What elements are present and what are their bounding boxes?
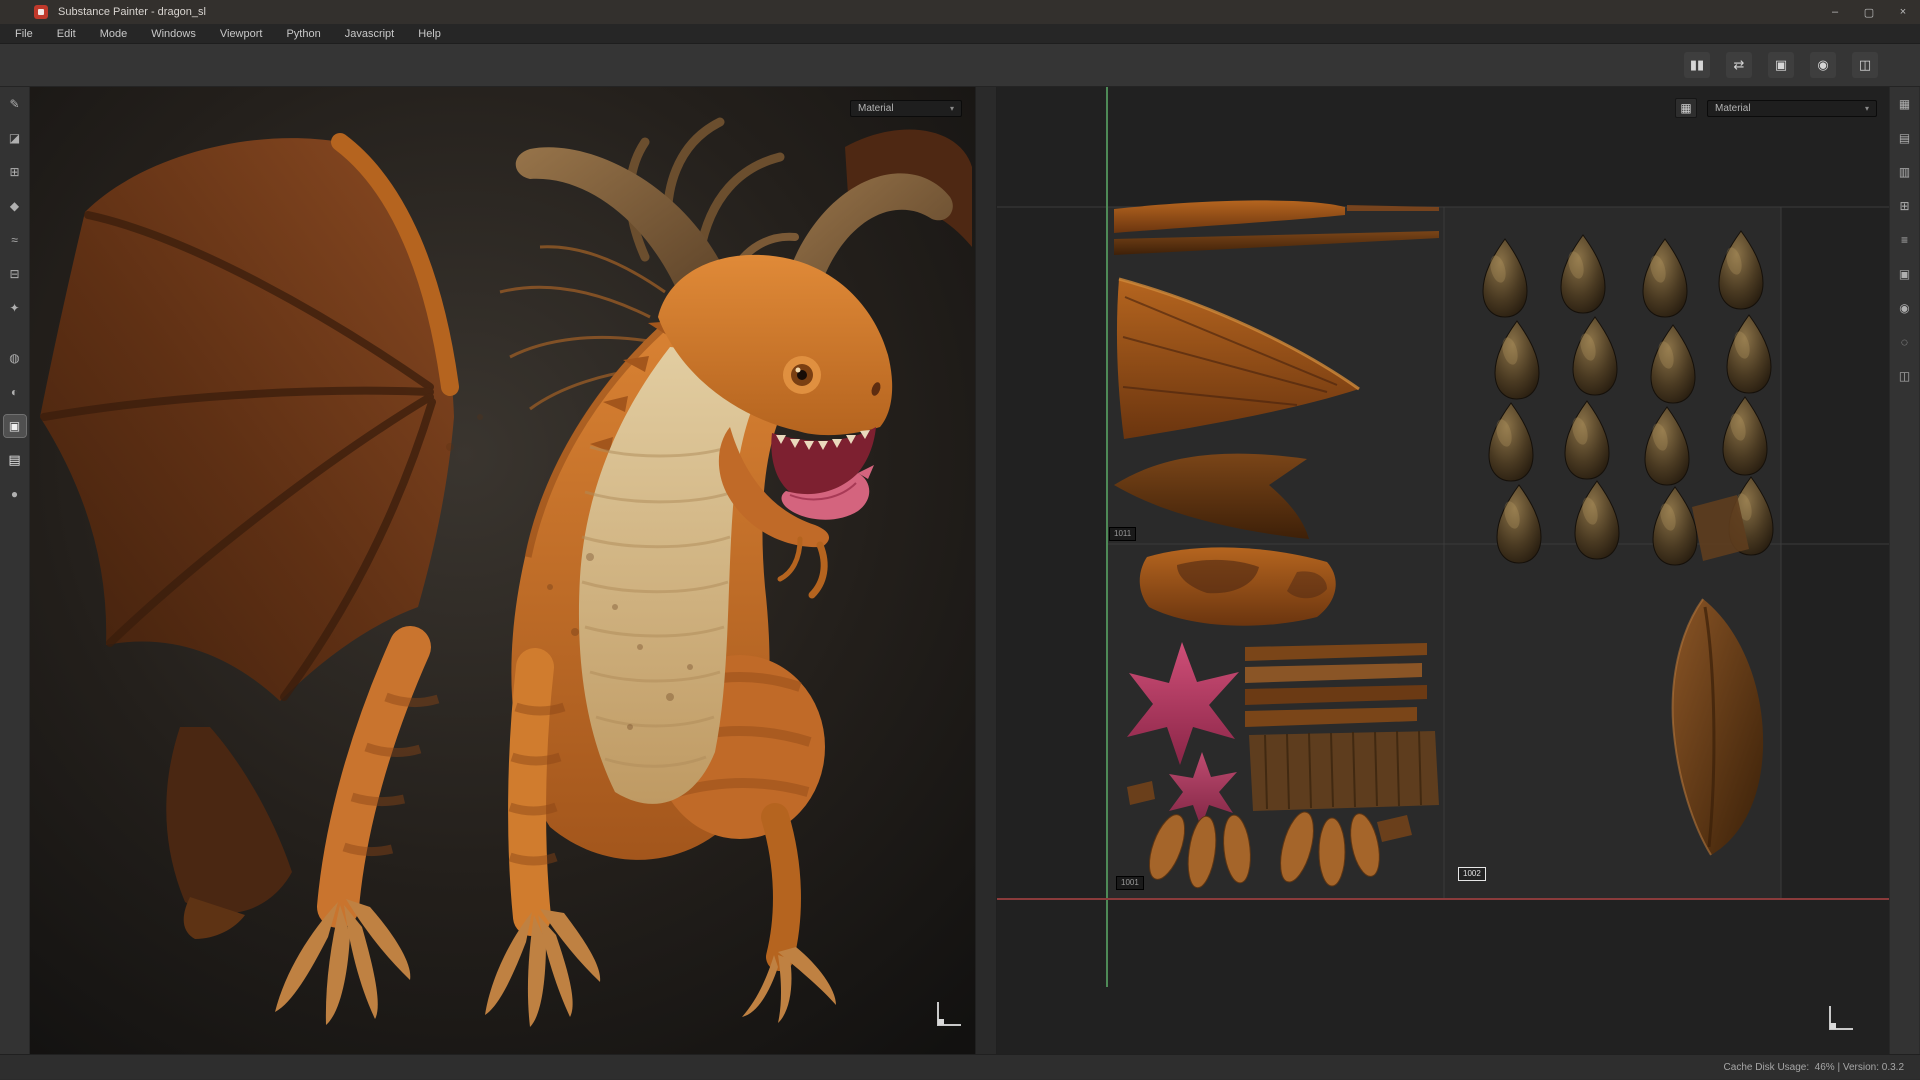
- maximize-button[interactable]: ▢: [1852, 0, 1886, 24]
- right-panel-rail: ▦ ▤ ▥ ⊞ ≡ ▣ ◉ ◌ ◫: [1889, 87, 1919, 1054]
- texture-view-icon[interactable]: ▦: [1675, 98, 1697, 118]
- menu-item-viewport[interactable]: Viewport: [208, 24, 275, 44]
- material-ball-icon[interactable]: ●: [4, 483, 26, 505]
- uv-tile-label-1011[interactable]: 1011: [1109, 527, 1136, 541]
- channel-select-dropdown[interactable]: Material ▾: [1707, 100, 1877, 117]
- clone-tool-icon[interactable]: ⊟: [4, 263, 26, 285]
- chevron-down-icon: ▾: [942, 104, 954, 113]
- pause-icon[interactable]: ▮▮: [1684, 52, 1710, 78]
- status-text: Cache Disk Usage: 46% | Version: 0.3.2: [1724, 1062, 1904, 1073]
- shelf-panel-icon[interactable]: ≡: [1894, 229, 1916, 251]
- camera-icon[interactable]: ▣: [1768, 52, 1794, 78]
- menu-item-windows[interactable]: Windows: [139, 24, 208, 44]
- history-panel-icon[interactable]: ◌: [1894, 331, 1916, 353]
- polygon-fill-tool-icon[interactable]: ◆: [4, 195, 26, 217]
- layers-panel-icon[interactable]: ▤: [1894, 127, 1916, 149]
- symmetry-toggle-icon[interactable]: ◐: [4, 381, 26, 403]
- left-tool-rail: ✎ ◪ ⊞ ◆ ≈ ⊟ ✦ ◍ ◐ ▣ ▤ ●: [0, 87, 30, 1054]
- shading-mode-value: Material: [858, 103, 894, 114]
- minimize-button[interactable]: –: [1818, 0, 1852, 24]
- menu-item-file[interactable]: File: [3, 24, 45, 44]
- axis-gizmo-2d: [1829, 1006, 1853, 1030]
- smudge-tool-icon[interactable]: ≈: [4, 229, 26, 251]
- viewport-3d[interactable]: Material ▾: [30, 87, 975, 1054]
- menu-item-javascript[interactable]: Javascript: [333, 24, 407, 44]
- chevron-down-icon: ▾: [1857, 104, 1869, 113]
- shader-settings-panel-icon[interactable]: ◉: [1894, 297, 1916, 319]
- sync-icon[interactable]: ⇄: [1726, 52, 1752, 78]
- tool-options-panel-icon[interactable]: ⊞: [1894, 195, 1916, 217]
- window-title: Substance Painter - dragon_sl: [58, 6, 206, 18]
- projection-tool-icon[interactable]: ⊞: [4, 161, 26, 183]
- menu-item-edit[interactable]: Edit: [45, 24, 88, 44]
- viewport-2d[interactable]: ▦ Material ▾ 1011 1001 1002: [997, 87, 1889, 1054]
- menu-item-help[interactable]: Help: [406, 24, 453, 44]
- toolbar-icon-group: ▮▮ ⇄ ▣ ◉ ◫: [1684, 52, 1878, 78]
- menu-bar: FileEditModeWindowsViewportPythonJavascr…: [0, 24, 1920, 44]
- shading-mode-dropdown[interactable]: Material ▾: [850, 100, 962, 117]
- status-bar: Cache Disk Usage: 46% | Version: 0.3.2: [0, 1054, 1920, 1079]
- substance-painter-logo-icon: [34, 5, 48, 19]
- properties-panel-icon[interactable]: ▥: [1894, 161, 1916, 183]
- window-controls: – ▢ ×: [1818, 0, 1920, 24]
- material-picker-tool-icon[interactable]: ✦: [4, 297, 26, 319]
- texture-set-list-panel-icon[interactable]: ▦: [1894, 93, 1916, 115]
- uv-tile-label-1002[interactable]: 1002: [1458, 867, 1486, 881]
- menu-item-mode[interactable]: Mode: [88, 24, 140, 44]
- close-button[interactable]: ×: [1886, 0, 1920, 24]
- uv-tile-label-1001[interactable]: 1001: [1116, 876, 1144, 890]
- display-settings-panel-icon[interactable]: ▣: [1894, 263, 1916, 285]
- menu-item-python[interactable]: Python: [274, 24, 332, 44]
- main-toolbar: ▮▮ ⇄ ▣ ◉ ◫: [0, 44, 1920, 87]
- quick-mask-toggle-icon[interactable]: ◍: [4, 347, 26, 369]
- axis-gizmo-3d: [937, 1002, 961, 1026]
- paint-brush-tool-icon[interactable]: ✎: [4, 93, 26, 115]
- channel-select-value: Material: [1715, 103, 1751, 114]
- title-bar: Substance Painter - dragon_sl – ▢ ×: [0, 0, 1920, 24]
- shelf-document-icon[interactable]: ▤: [4, 449, 26, 471]
- viewport-splitter[interactable]: [975, 87, 997, 1054]
- export-icon[interactable]: ◫: [1852, 52, 1878, 78]
- eraser-tool-icon[interactable]: ◪: [4, 127, 26, 149]
- record-icon[interactable]: ◉: [1810, 52, 1836, 78]
- camera-panel-icon[interactable]: ◫: [1894, 365, 1916, 387]
- dragon-3d-render[interactable]: [30, 87, 975, 1054]
- uv-2d-render[interactable]: [997, 87, 1889, 1054]
- viewer-settings-icon[interactable]: ▣: [4, 415, 26, 437]
